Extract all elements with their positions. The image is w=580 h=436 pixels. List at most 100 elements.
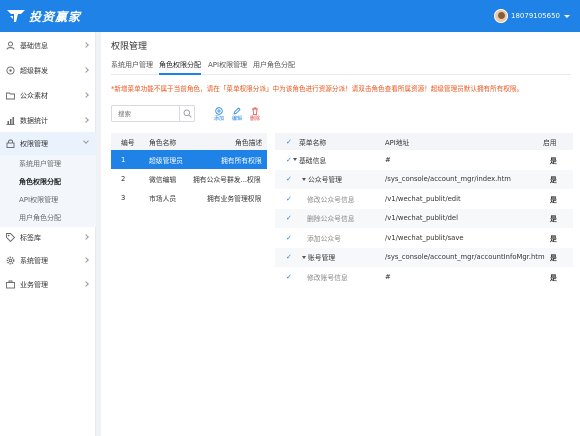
sidebar-item-business[interactable]: 业务管理 (0, 273, 96, 296)
chevron-right-icon (83, 281, 89, 287)
user-menu[interactable]: 18079105650 (494, 7, 570, 25)
delete-button[interactable]: 删除 (247, 106, 263, 122)
table-row[interactable]: ✓ 修改账号信息 # 是 (275, 267, 573, 287)
menu-name: 删除公众号信息 (307, 215, 355, 224)
briefcase-icon (6, 280, 15, 289)
menu-name: 添加公众号 (307, 234, 341, 243)
edit-button[interactable]: 编辑 (229, 106, 245, 122)
role-desc: 拥有业务管理权限 (207, 194, 262, 203)
chevron-down-icon (83, 138, 89, 144)
chevron-right-icon (83, 257, 89, 263)
column-header-enabled: 启用 (543, 138, 557, 147)
menu-enabled: 是 (550, 176, 557, 185)
table-row[interactable]: ✓ 账号管理 /sys_console/account_mgr/accountI… (275, 247, 573, 268)
row-checkbox[interactable]: ✓ (286, 248, 292, 268)
sidebar-item-statistics[interactable]: 数据统计 (0, 109, 96, 132)
menu-name-text: 账号管理 (308, 254, 336, 263)
column-header-name: 角色名称 (149, 138, 177, 147)
menu-enabled: 是 (550, 273, 557, 282)
caret-down-icon (302, 177, 306, 181)
sidebar-subitem-api-permissions[interactable]: API权限管理 (0, 191, 96, 209)
role-name: 微信编辑 (149, 175, 177, 184)
column-header-api: API地址 (385, 138, 410, 147)
chevron-right-icon (83, 67, 89, 73)
caret-down-icon (293, 158, 297, 162)
row-checkbox[interactable]: ✓ (286, 189, 292, 209)
table-row[interactable]: ✓ 添加公众号 /v1/wechat_publit/save 是 (275, 228, 573, 248)
folder-icon (6, 91, 15, 100)
table-row[interactable]: 3 市场人员 拥有业务管理权限 (111, 188, 267, 207)
sidebar-item-label: 公众素材 (20, 91, 48, 100)
chevron-down-icon (564, 14, 570, 18)
notice-text: *新增菜单功能不属于当前角色，请在「菜单权限分派」中为该角色进行资源分派！请双击… (111, 85, 524, 93)
sidebar-item-label: 基础信息 (20, 41, 48, 50)
sidebar-item-label: 数据统计 (20, 116, 48, 125)
sidebar-item-permissions[interactable]: 权限管理 (0, 132, 96, 155)
tab-bar: 系统用户管理 角色权限分配 API权限管理 用户角色分配 (111, 60, 571, 75)
role-search (111, 105, 195, 122)
sidebar-subitem-user-roles[interactable]: 用户角色分配 (0, 209, 96, 227)
chevron-right-icon (83, 234, 89, 240)
menu-name: 修改账号信息 (307, 273, 348, 282)
table-row[interactable]: ✓ 基础信息 # 是 (275, 150, 573, 170)
tab-api-permissions[interactable]: API权限管理 (208, 60, 247, 75)
add-button[interactable]: 添加 (211, 106, 227, 122)
tab-role-permissions[interactable]: 角色权限分配 (159, 60, 201, 75)
row-checkbox[interactable]: ✓ (286, 209, 292, 229)
menu-enabled: 是 (550, 215, 557, 224)
role-id: 1 (121, 155, 126, 164)
add-icon (215, 106, 223, 115)
chevron-right-icon (83, 92, 89, 98)
sidebar-item-tags[interactable]: 标签库 (0, 226, 96, 249)
menu-name-text: 基础信息 (299, 156, 327, 165)
edit-label: 编辑 (231, 116, 242, 122)
search-input[interactable] (118, 108, 176, 120)
tab-user-roles[interactable]: 用户角色分配 (253, 60, 295, 75)
menu-name: 修改公众号信息 (307, 195, 355, 204)
sidebar-item-basic-info[interactable]: 基础信息 (0, 34, 96, 57)
sidebar-item-system[interactable]: 系统管理 (0, 249, 96, 272)
column-header-desc: 角色描述 (235, 138, 263, 147)
sidebar-subitem-system-users[interactable]: 系统用户管理 (0, 155, 96, 173)
tab-system-users[interactable]: 系统用户管理 (111, 60, 153, 75)
menu-api: /v1/wechat_publit/edit (385, 194, 461, 203)
chevron-right-icon (83, 117, 89, 123)
gear-icon (6, 256, 15, 265)
logo-icon (7, 10, 25, 22)
table-row[interactable]: 1 超级管理员 拥有所有权限 (111, 150, 267, 169)
caret-down-icon (302, 255, 306, 259)
sidebar-item-materials[interactable]: 公众素材 (0, 84, 96, 107)
menu-name: 账号管理 (302, 248, 335, 268)
search-button[interactable] (179, 106, 194, 121)
column-header-menu-name: 菜单名称 (299, 138, 327, 147)
row-checkbox[interactable]: ✓ (286, 228, 292, 248)
row-checkbox[interactable]: ✓ (286, 267, 292, 287)
sidebar-item-label: 标签库 (20, 233, 41, 242)
role-desc: 拥有所有权限 (221, 156, 262, 165)
table-header: 编号 角色名称 角色描述 (111, 133, 267, 150)
sidebar-subitem-label: API权限管理 (19, 196, 59, 204)
delete-label: 删除 (249, 116, 260, 122)
row-checkbox[interactable]: ✓ (286, 170, 292, 190)
row-checkbox[interactable]: ✓ (286, 150, 292, 170)
sidebar-item-label: 业务管理 (20, 280, 48, 289)
table-row[interactable]: 2 微信编辑 拥有公众号群发...权限 (111, 169, 267, 188)
menu-api: /sys_console/account_mgr/accountInfoMgr.… (385, 253, 545, 262)
sidebar: 基础信息 超级群发 公众素材 数据统计 权限管理 系统用户管理 角色权限分配 A… (0, 32, 96, 436)
select-all-checkbox[interactable]: ✓ (286, 133, 292, 150)
table-row[interactable]: ✓ 删除公众号信息 /v1/wechat_publit/del 是 (275, 208, 573, 229)
logo[interactable]: 投资赢家 (6, 7, 81, 25)
send-icon (6, 66, 15, 75)
table-row[interactable]: ✓ 修改公众号信息 /v1/wechat_publit/edit 是 (275, 189, 573, 209)
menu-enabled: 是 (550, 254, 557, 263)
sidebar-item-mass-send[interactable]: 超级群发 (0, 59, 96, 82)
menu-enabled: 是 (550, 156, 557, 165)
role-id: 2 (121, 174, 126, 183)
add-label: 添加 (213, 116, 224, 122)
sidebar-subitem-role-permissions[interactable]: 角色权限分配 (0, 173, 96, 191)
table-row[interactable]: ✓ 公众号管理 /sys_console/account_mgr/index.h… (275, 169, 573, 190)
menu-api: # (385, 272, 391, 281)
menu-name: 公众号管理 (302, 170, 342, 190)
column-header-id: 编号 (121, 138, 135, 147)
role-desc: 拥有公众号群发...权限 (193, 175, 261, 184)
